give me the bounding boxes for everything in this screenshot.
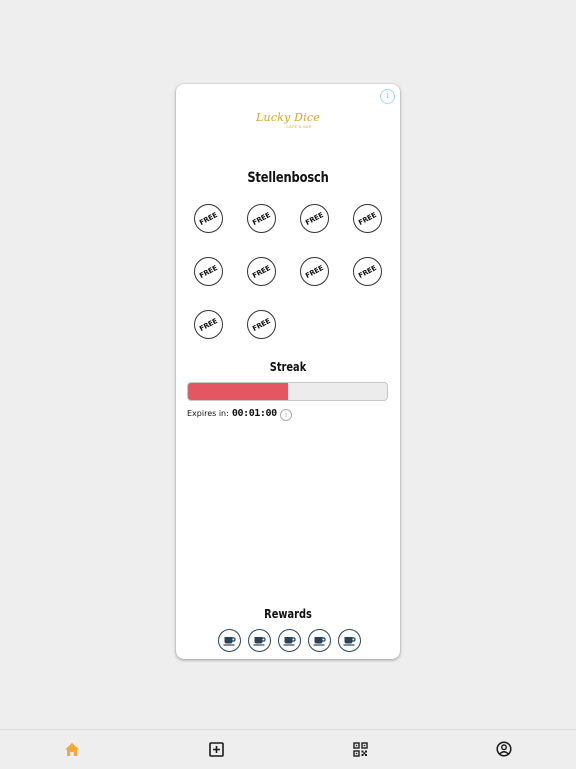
nav-qr-button[interactable] bbox=[350, 739, 370, 759]
streak-title: Streak bbox=[269, 360, 307, 374]
stamp-grid: FREE FREE FREE FREE FREE FREE FREE FREE … bbox=[194, 204, 390, 339]
coffee-cup-icon bbox=[308, 629, 331, 652]
stamp-free: FREE bbox=[300, 257, 329, 286]
bottom-navigation bbox=[0, 729, 576, 769]
stamp-free: FREE bbox=[194, 204, 223, 233]
stamp-label: FREE bbox=[251, 316, 272, 333]
stamp-label: FREE bbox=[198, 210, 219, 227]
stamp-free: FREE bbox=[194, 310, 223, 339]
stamp-label: FREE bbox=[198, 263, 219, 280]
stamp-free: FREE bbox=[353, 204, 382, 233]
brand-logo: Lucky Dice CAFE & BAR bbox=[176, 108, 400, 129]
stamp-free: FREE bbox=[247, 257, 276, 286]
qr-code-icon bbox=[352, 741, 368, 757]
stamp-label: FREE bbox=[251, 263, 272, 280]
info-icon[interactable]: i bbox=[380, 89, 395, 104]
expires-label: Expires in: bbox=[187, 409, 229, 418]
loyalty-card: i Lucky Dice CAFE & BAR Stellenbosch FRE… bbox=[176, 84, 400, 659]
expires-info-icon[interactable]: i bbox=[280, 409, 292, 421]
streak-progress-fill bbox=[188, 383, 288, 400]
stamp-label: FREE bbox=[304, 210, 325, 227]
stamp-free: FREE bbox=[194, 257, 223, 286]
coffee-cup-icon bbox=[278, 629, 301, 652]
nav-home-button[interactable] bbox=[62, 739, 82, 759]
add-square-icon bbox=[208, 741, 224, 757]
stamp-free: FREE bbox=[247, 310, 276, 339]
stamp-label: FREE bbox=[251, 210, 272, 227]
rewards-title: Rewards bbox=[264, 607, 312, 621]
stamp-free: FREE bbox=[300, 204, 329, 233]
stamp-label: FREE bbox=[357, 263, 378, 280]
streak-progress-bar bbox=[187, 382, 388, 401]
coffee-cup-icon bbox=[218, 629, 241, 652]
stamp-label: FREE bbox=[304, 263, 325, 280]
expires-row: Expires in: 00:01:00 i bbox=[187, 408, 292, 421]
user-circle-icon bbox=[496, 741, 512, 757]
location-title: Stellenbosch bbox=[247, 170, 329, 186]
coffee-cup-icon bbox=[338, 629, 361, 652]
expires-timer: 00:01:00 bbox=[231, 408, 277, 419]
nav-add-button[interactable] bbox=[206, 739, 226, 759]
logo-subtext: CAFE & BAR bbox=[286, 125, 312, 129]
nav-profile-button[interactable] bbox=[494, 739, 514, 759]
rewards-list bbox=[218, 629, 361, 652]
home-icon bbox=[65, 742, 79, 756]
coffee-cup-icon bbox=[248, 629, 271, 652]
stamp-free: FREE bbox=[353, 257, 382, 286]
logo-text: Lucky Dice bbox=[256, 111, 320, 124]
stamp-label: FREE bbox=[198, 316, 219, 333]
stamp-free: FREE bbox=[247, 204, 276, 233]
stamp-label: FREE bbox=[357, 210, 378, 227]
